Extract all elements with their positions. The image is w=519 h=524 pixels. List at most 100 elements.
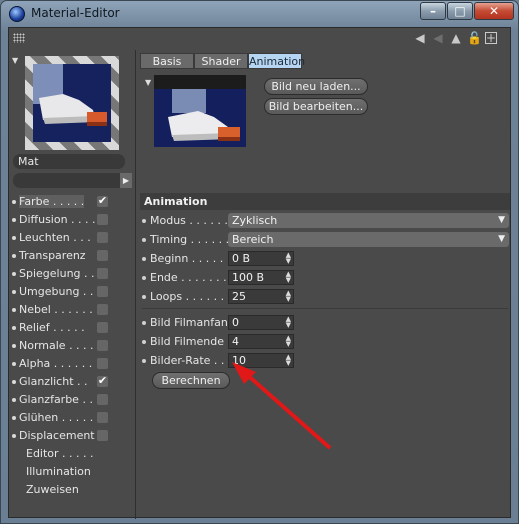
channel-checkbox[interactable]: ✔ [97, 195, 108, 207]
back-arrow-icon[interactable]: ◀ [413, 31, 427, 45]
channel-checkbox[interactable] [97, 250, 108, 261]
modus-value: Zyklisch [232, 214, 278, 227]
channel-item[interactable]: Displacement [11, 427, 133, 445]
channel-label: Normale . . . . [19, 339, 94, 352]
channel-label: Glühen . . . . . [19, 411, 94, 424]
channel-checkbox[interactable] [97, 286, 108, 297]
channel-item[interactable]: Glanzfarbe . . . [11, 391, 133, 409]
channel-checkbox[interactable] [97, 412, 108, 423]
modus-dropdown[interactable]: Zyklisch ▼ [228, 213, 509, 228]
close-button[interactable]: ✕ [474, 2, 514, 20]
channel-bullet-icon [12, 254, 16, 258]
channel-item[interactable]: Diffusion . . . . [11, 211, 133, 229]
tab-basis[interactable]: Basis [140, 53, 194, 69]
maximize-button[interactable]: □ [447, 2, 473, 20]
bilder-rate-label: Bilder-Rate . . . [150, 354, 232, 367]
beginn-row: Beginn . . . . . 0 B ▲ ▼ [140, 250, 510, 268]
column-divider[interactable] [135, 50, 136, 519]
separator [142, 308, 508, 309]
channel-item[interactable]: Glanzlicht . . ✔ [11, 373, 133, 391]
spinner-icon[interactable]: ▲ ▼ [286, 290, 291, 303]
material-name-field[interactable]: Mat [13, 154, 125, 169]
material-preview[interactable] [25, 56, 119, 150]
minimize-button[interactable]: – [420, 2, 446, 20]
animate-bullet-icon[interactable] [142, 359, 146, 363]
beginn-field[interactable]: 0 B ▲ ▼ [228, 251, 294, 266]
filmanfang-field[interactable]: 0 ▲ ▼ [228, 315, 294, 330]
channel-label: Transparenz [19, 249, 86, 262]
filmende-row: Bild Filmende 4 ▲ ▼ [140, 333, 510, 351]
material-editor-window: Material-Editor – □ ✕ ◀ ◀ ▲ 🔓 + ▼ Mat ▶ … [0, 0, 519, 524]
channel-item[interactable]: Leuchten . . . [11, 229, 133, 247]
loops-field[interactable]: 25 ▲ ▼ [228, 289, 294, 304]
modus-row: Modus . . . . . . Zyklisch ▼ [140, 212, 510, 230]
ende-field[interactable]: 100 B ▲ ▼ [228, 270, 294, 285]
channel-item[interactable]: Editor . . . . . [11, 445, 133, 463]
filmende-field[interactable]: 4 ▲ ▼ [228, 334, 294, 349]
lock-icon[interactable]: 🔓 [467, 31, 482, 45]
animate-bullet-icon[interactable] [142, 219, 146, 223]
grip-icon[interactable] [13, 33, 25, 43]
channel-item[interactable]: Zuweisen [11, 481, 133, 499]
channel-item[interactable]: Transparenz [11, 247, 133, 265]
app-icon [9, 6, 25, 22]
channel-checkbox[interactable] [97, 304, 108, 315]
channel-item[interactable]: Normale . . . . [11, 337, 133, 355]
edit-image-button[interactable]: Bild bearbeiten... [264, 98, 368, 115]
material-scroll-field[interactable]: ▶ [13, 173, 132, 188]
new-window-icon[interactable]: + [485, 32, 497, 44]
channel-bullet-icon [12, 272, 16, 276]
channel-item[interactable]: Umgebung . . [11, 283, 133, 301]
animate-bullet-icon[interactable] [142, 340, 146, 344]
channel-checkbox[interactable] [97, 340, 108, 351]
up-arrow-icon[interactable]: ▲ [449, 31, 463, 45]
tab-shader[interactable]: Shader [194, 53, 248, 69]
channel-label: Relief . . . . . [19, 321, 85, 334]
spinner-icon[interactable]: ▲ ▼ [286, 335, 291, 348]
channel-checkbox[interactable] [97, 268, 108, 279]
bilder-rate-field[interactable]: 10 ▲ ▼ [228, 353, 294, 368]
animate-bullet-icon[interactable] [142, 321, 146, 325]
channel-checkbox[interactable] [97, 232, 108, 243]
spinner-icon[interactable]: ▲ ▼ [286, 316, 291, 329]
dropdown-triangle-icon[interactable]: ▼ [145, 78, 151, 87]
channel-checkbox[interactable] [97, 430, 108, 441]
texture-preview[interactable] [154, 75, 246, 147]
animate-bullet-icon[interactable] [142, 276, 146, 280]
animate-bullet-icon[interactable] [142, 238, 146, 242]
chevron-down-icon: ▼ [498, 215, 505, 225]
reload-image-button[interactable]: Bild neu laden... [264, 78, 368, 95]
channel-bullet-icon [12, 308, 16, 312]
channel-checkbox[interactable]: ✔ [97, 375, 108, 387]
scroll-right-icon[interactable]: ▶ [120, 173, 132, 188]
channel-item[interactable]: Illumination [11, 463, 133, 481]
channel-checkbox[interactable] [97, 214, 108, 225]
channel-item[interactable]: Farbe . . . . . ✔ [11, 193, 133, 211]
channel-bullet-icon [12, 344, 16, 348]
channel-item[interactable]: Spiegelung . . [11, 265, 133, 283]
spinner-icon[interactable]: ▲ ▼ [286, 252, 291, 265]
channel-item[interactable]: Nebel . . . . . . [11, 301, 133, 319]
channel-checkbox[interactable] [97, 394, 108, 405]
channel-item[interactable]: Glühen . . . . . [11, 409, 133, 427]
channel-label: Editor . . . . . [26, 447, 94, 460]
title-bar[interactable]: Material-Editor – □ ✕ [1, 1, 518, 27]
animate-bullet-icon[interactable] [142, 257, 146, 261]
forward-arrow-icon[interactable]: ◀ [431, 31, 445, 45]
spinner-icon[interactable]: ▲ ▼ [286, 271, 291, 284]
animate-bullet-icon[interactable] [142, 295, 146, 299]
channel-item[interactable]: Alpha . . . . . . [11, 355, 133, 373]
calculate-button[interactable]: Berechnen [152, 372, 230, 389]
spinner-icon[interactable]: ▲ ▼ [286, 354, 291, 367]
channel-item[interactable]: Relief . . . . . [11, 319, 133, 337]
timing-dropdown[interactable]: Bereich ▼ [228, 232, 509, 247]
channel-bullet-icon [12, 362, 16, 366]
channel-checkbox[interactable] [97, 322, 108, 333]
channel-bullet-icon [12, 434, 16, 438]
channel-checkbox[interactable] [97, 358, 108, 369]
channel-label: Nebel . . . . . . [19, 303, 93, 316]
dropdown-triangle-icon[interactable]: ▼ [12, 56, 18, 65]
ende-value: 100 B [232, 271, 265, 284]
channel-label: Displacement [19, 429, 95, 442]
tab-animation[interactable]: Animation [248, 53, 305, 69]
